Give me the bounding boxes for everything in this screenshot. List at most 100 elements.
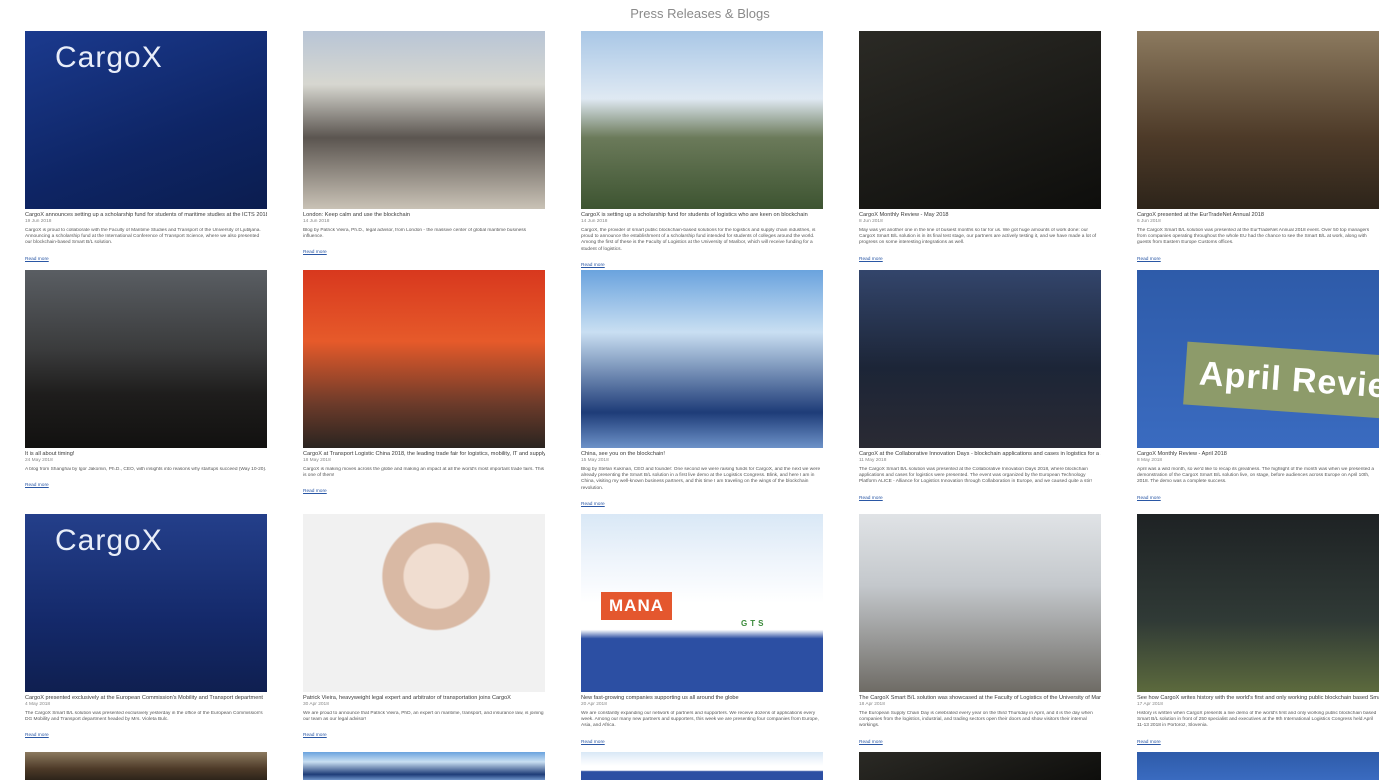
card-thumbnail[interactable] [859,31,1101,209]
card-row: CargoX CargoX presented exclusively at th… [25,514,1379,748]
read-more-link[interactable]: Read more [1137,496,1161,501]
read-more-link[interactable]: Read more [859,257,883,262]
press-card[interactable]: CargoX presented at the EurTradeNet Annu… [1137,31,1379,271]
press-card[interactable]: London: Keep calm and use the blockchain… [303,31,545,271]
press-card[interactable]: MANA GTS New fast-growing companies suppor… [581,514,823,748]
card-title[interactable]: It is all about timing! [25,451,267,458]
press-card[interactable]: China, see you on the blockchain! 15 May … [581,270,823,510]
card-excerpt: The CargoX Smart B/L solution was presen… [859,467,1092,485]
card-thumbnail[interactable] [303,270,545,448]
press-card[interactable]: Patrick Vieira, heavyweight legal expert… [303,514,545,748]
read-more-link[interactable]: Read more [859,496,883,501]
press-card[interactable]: CargoX at Transport Logistic China 2018,… [303,270,545,510]
card-date: 20 Apr 2018 [581,702,607,707]
card-excerpt: We are proud to announce that Patrick Vi… [303,711,544,723]
card-title[interactable]: New fast-growing companies supporting us… [581,695,823,702]
card-title[interactable]: CargoX Monthly Review - May 2018 [859,212,1101,219]
card-thumbnail[interactable]: MANA GTS [581,514,823,692]
read-more-link[interactable]: Read more [303,250,327,255]
cargox-logo: CargoX [55,524,163,557]
card-title[interactable]: CargoX presented exclusively at the Euro… [25,695,267,702]
press-card[interactable]: April Review CargoX Monthly Review - Apri… [1137,270,1379,510]
read-more-link[interactable]: Read more [1137,740,1161,745]
press-card[interactable]: The CargoX Smart B/L solution was showca… [859,514,1101,748]
read-more-link[interactable]: Read more [303,733,327,738]
read-more-link[interactable]: Read more [25,257,49,262]
press-card-partial[interactable] [859,752,1101,780]
card-excerpt: Blog by Stefan Kukman, CEO and founder: … [581,467,821,491]
card-date: 6 Jun 2018 [1137,219,1161,224]
card-excerpt: CargoX, the provider of smart public blo… [581,228,816,252]
read-more-link[interactable]: Read more [25,733,49,738]
cargox-logo: MANA [601,592,672,620]
read-more-link[interactable]: Read more [303,489,327,494]
card-title[interactable]: CargoX Monthly Review - April 2018 [1137,451,1379,458]
card-title[interactable]: CargoX at Transport Logistic China 2018,… [303,451,545,458]
card-date: 30 Apr 2018 [303,702,329,707]
card-date: 19 Jun 2018 [25,219,52,224]
card-excerpt: A blog from Shanghai by Igor Jakomin, Ph… [25,467,267,472]
card-date: 14 Jun 2018 [581,219,608,224]
card-thumbnail[interactable] [859,752,1101,780]
card-excerpt: We are constantly expanding our network … [581,711,819,729]
card-date: 18 Apr 2018 [859,702,885,707]
press-card[interactable]: CargoX Monthly Review - May 2018 8 Jun 20… [859,31,1101,271]
press-card[interactable]: CargoX CargoX presented exclusively at th… [25,514,267,748]
card-thumbnail[interactable] [859,270,1101,448]
card-date: 8 May 2018 [1137,458,1163,463]
read-more-link[interactable]: Read more [1137,257,1161,262]
card-thumbnail[interactable] [581,270,823,448]
read-more-link[interactable]: Read more [859,740,883,745]
card-thumbnail[interactable] [581,31,823,209]
card-thumbnail[interactable] [25,752,267,780]
press-card[interactable]: CargoX is setting up a scholarship fund … [581,31,823,271]
card-title[interactable]: China, see you on the blockchain! [581,451,823,458]
card-date: 8 Jun 2018 [859,219,883,224]
card-thumbnail[interactable]: April Review [1137,270,1379,448]
press-card[interactable]: It is all about timing! 24 May 2018 A blog… [25,270,267,510]
card-date: 24 May 2018 [25,458,53,463]
card-thumbnail[interactable]: CargoX [25,514,267,692]
read-more-link[interactable]: Read more [581,740,605,745]
card-thumbnail[interactable]: CargoX [25,31,267,209]
card-date: 14 Jun 2018 [303,219,330,224]
card-thumbnail[interactable] [303,31,545,209]
card-title[interactable]: Patrick Vieira, heavyweight legal expert… [303,695,545,702]
card-thumbnail[interactable] [1137,31,1379,209]
card-title[interactable]: CargoX presented at the EurTradeNet Annu… [1137,212,1379,219]
card-date: 18 May 2018 [303,458,331,463]
card-thumbnail[interactable] [1137,752,1379,780]
card-thumbnail[interactable] [303,752,545,780]
card-excerpt: April was a wild month, so we'd like to … [1137,467,1375,485]
press-card-partial[interactable] [25,752,267,780]
card-excerpt: CargoX is making moves across the globe … [303,467,545,479]
read-more-link[interactable]: Read more [581,263,605,268]
card-thumbnail[interactable] [859,514,1101,692]
press-card-partial[interactable] [1137,752,1379,780]
card-excerpt: CargoX is proud to collaborate with the … [25,228,261,246]
card-thumbnail[interactable] [581,752,823,780]
page-title: Press Releases & Blogs [630,6,770,21]
card-title[interactable]: London: Keep calm and use the blockchain [303,212,545,219]
card-thumbnail[interactable] [303,514,545,692]
read-more-link[interactable]: Read more [25,483,49,488]
press-card-partial[interactable] [303,752,545,780]
card-date: 15 May 2018 [581,458,609,463]
card-title[interactable]: The CargoX Smart B/L solution was showca… [859,695,1101,702]
card-excerpt: The CargoX Smart B/L solution was presen… [1137,228,1370,246]
next-row-peek [25,752,1400,780]
card-thumbnail[interactable] [1137,514,1379,692]
press-card[interactable]: See how CargoX writes history with the w… [1137,514,1379,748]
card-excerpt: May was yet another one in the line of b… [859,228,1097,246]
card-title[interactable]: CargoX announces setting up a scholarshi… [25,212,267,219]
card-title[interactable]: See how CargoX writes history with the w… [1137,695,1379,702]
press-page: Press Releases & Blogs CargoX CargoX anno… [0,0,1400,780]
press-card[interactable]: CargoX at the Collaborative Innovation D… [859,270,1101,510]
card-thumbnail[interactable] [25,270,267,448]
press-card-partial[interactable] [581,752,823,780]
card-title[interactable]: CargoX is setting up a scholarship fund … [581,212,823,219]
card-title[interactable]: CargoX at the Collaborative Innovation D… [859,451,1101,458]
press-card[interactable]: CargoX CargoX announces setting up a scho… [25,31,267,271]
read-more-link[interactable]: Read more [581,502,605,507]
partner-logo: GTS [741,619,767,628]
